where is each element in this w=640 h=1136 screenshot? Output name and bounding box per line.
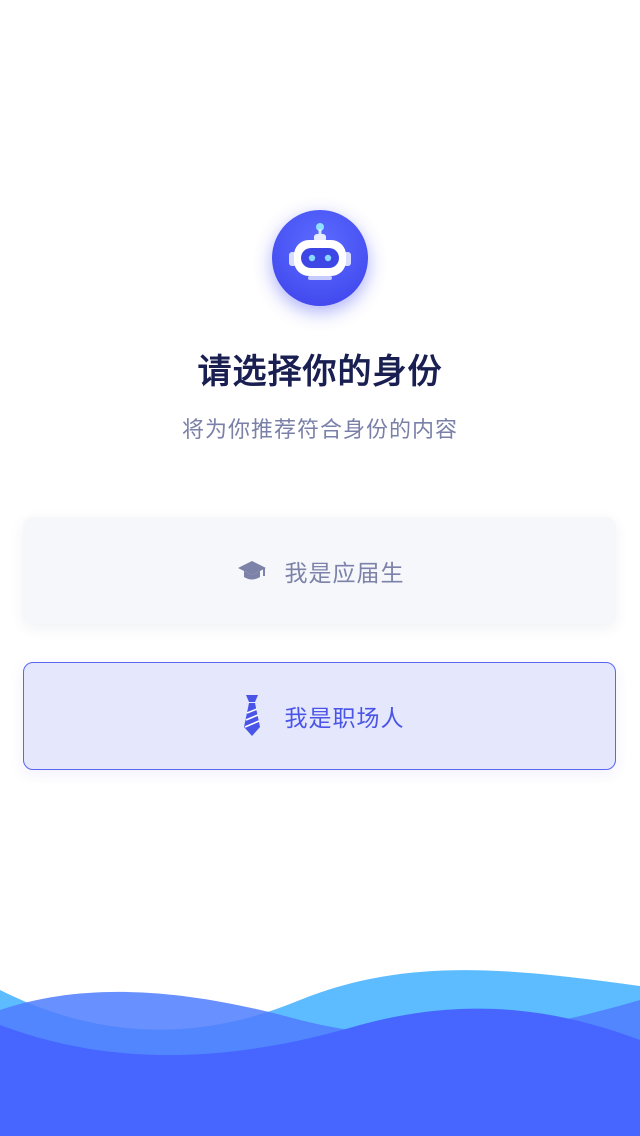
identity-selection-screen: 请选择你的身份 将为你推荐符合身份的内容 我是应届生 我是职场人 <box>0 0 640 1136</box>
professional-option-label: 我是职场人 <box>284 706 405 732</box>
graduate-option-label: 我是应届生 <box>284 560 405 587</box>
graduate-option-button[interactable]: 我是应届生 <box>23 517 616 624</box>
graduation-cap-icon <box>235 549 269 593</box>
page-title: 请选择你的身份 <box>197 352 443 392</box>
page-subtitle: 将为你推荐符合身份的内容 <box>181 418 458 443</box>
robot-icon <box>289 223 351 280</box>
professional-option-button[interactable]: 我是职场人 <box>23 662 616 770</box>
robot-avatar <box>272 210 368 306</box>
necktie-icon <box>235 694 269 738</box>
wave-decoration <box>0 970 640 1136</box>
